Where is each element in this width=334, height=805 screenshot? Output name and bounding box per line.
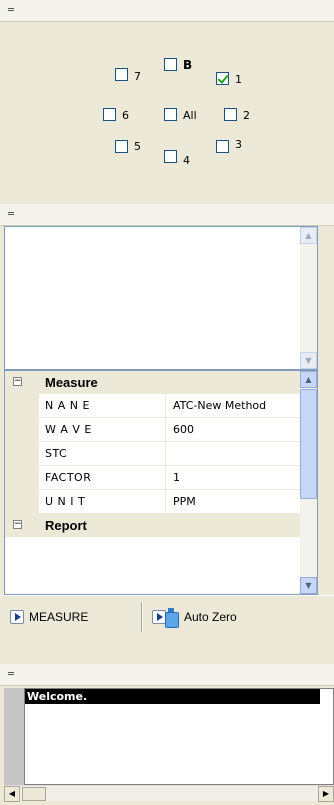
scroll-thumb[interactable] (22, 787, 46, 801)
grip-icon (8, 672, 14, 677)
measure-button-label: MEASURE (29, 610, 89, 624)
category-report[interactable]: − Report (5, 514, 302, 537)
log-panel-handle[interactable] (0, 664, 334, 686)
property-row[interactable]: STC (5, 442, 302, 466)
property-row[interactable]: FACTOR 1 (5, 466, 302, 490)
checkbox-7-label: 7 (134, 70, 141, 83)
log-horizontal-scrollbar[interactable]: ◀ ▶ (4, 785, 334, 802)
checkbox-3[interactable] (216, 140, 229, 153)
scroll-down-button[interactable]: ▼ (300, 577, 317, 594)
property-row[interactable]: N A N E ATC-New Method (5, 394, 302, 418)
list-panel-handle[interactable] (0, 204, 334, 226)
checkbox-2[interactable] (224, 108, 237, 121)
collapse-icon[interactable]: − (13, 377, 22, 386)
checkbox-all-label: All (183, 109, 197, 122)
checkbox-7[interactable] (115, 68, 128, 81)
checkbox-6-label: 6 (122, 109, 129, 122)
play-arrow-icon (10, 610, 24, 624)
checkbox-5-label: 5 (134, 140, 141, 153)
category-measure[interactable]: − Measure (5, 371, 302, 394)
property-name: W A V E (45, 423, 92, 436)
checkbox-2-label: 2 (243, 109, 250, 122)
auto-zero-button-label: Auto Zero (184, 610, 237, 624)
checkbox-b[interactable] (164, 58, 177, 71)
property-name: U N I T (45, 495, 86, 508)
auto-zero-button[interactable]: Auto Zero (152, 606, 237, 628)
scroll-left-button[interactable]: ◀ (4, 786, 20, 802)
checkbox-3-label: 3 (235, 138, 242, 151)
checkbox-1[interactable] (216, 72, 229, 85)
property-value[interactable]: 1 (173, 471, 180, 484)
toolbar-separator (141, 602, 143, 632)
scroll-up-button[interactable]: ▲ (300, 227, 317, 244)
action-toolbar: MEASURE Auto Zero (0, 595, 334, 637)
scroll-down-button[interactable]: ▼ (300, 352, 317, 369)
grip-icon (8, 8, 14, 13)
checkbox-all[interactable] (164, 108, 177, 121)
bottle-icon (163, 608, 179, 628)
checkbox-5[interactable] (115, 140, 128, 153)
log-row-header (4, 688, 24, 785)
scroll-right-button[interactable]: ▶ (318, 786, 334, 802)
checkbox-4[interactable] (164, 150, 177, 163)
category-measure-label: Measure (45, 375, 98, 390)
list-box[interactable]: ▲ ▼ (4, 226, 318, 370)
property-value[interactable]: ATC-New Method (173, 399, 266, 412)
category-report-label: Report (45, 518, 87, 533)
property-value[interactable]: 600 (173, 423, 194, 436)
property-name: N A N E (45, 399, 90, 412)
collapse-icon[interactable]: − (13, 520, 22, 529)
property-value[interactable]: PPM (173, 495, 196, 508)
channel-selector: 7 B 1 6 All 2 5 4 3 (0, 22, 334, 204)
scroll-up-button[interactable]: ▲ (300, 371, 317, 388)
checkbox-b-label: B (183, 58, 193, 72)
property-scrollbar[interactable]: ▲ ▼ (300, 371, 317, 594)
property-row[interactable]: U N I T PPM (5, 490, 302, 514)
property-name: STC (45, 447, 68, 460)
log-entry: Welcome. (25, 689, 320, 704)
property-grid[interactable]: − Measure N A N E ATC-New Method W A V E… (4, 370, 318, 595)
checkbox-6[interactable] (103, 108, 116, 121)
channel-panel-handle[interactable] (0, 0, 334, 22)
checkbox-1-label: 1 (235, 73, 242, 86)
checkbox-4-label: 4 (183, 154, 190, 167)
property-row[interactable]: W A V E 600 (5, 418, 302, 442)
property-name: FACTOR (45, 471, 92, 484)
measure-button[interactable]: MEASURE (10, 606, 88, 628)
grip-icon (8, 212, 14, 217)
log-view[interactable]: Welcome. (24, 688, 334, 785)
list-scrollbar[interactable]: ▲ ▼ (300, 227, 317, 369)
scroll-thumb[interactable] (300, 389, 317, 499)
